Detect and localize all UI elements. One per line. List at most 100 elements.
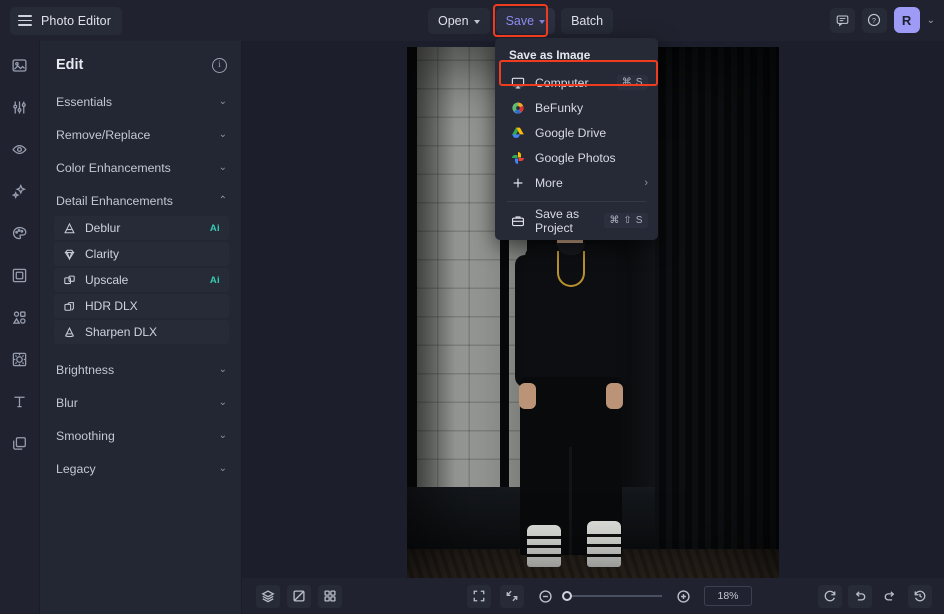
rail-item-artsy[interactable] — [6, 219, 34, 247]
save-dropdown-menu: Save as Image Computer ⌘ S BeFunky Googl… — [495, 38, 658, 240]
sidebar-group-color-enhancements[interactable]: Color Enhancements ⌄ — [40, 155, 241, 180]
sidebar-item-upscale[interactable]: Upscale Ai — [54, 268, 229, 292]
palette-icon — [12, 226, 27, 239]
plus-circle-icon — [676, 589, 690, 603]
menu-item-befunky[interactable]: BeFunky — [495, 95, 658, 120]
rail-item-frames[interactable] — [6, 261, 34, 289]
sidebar-item-label: Deblur — [85, 221, 121, 235]
eye-icon — [12, 144, 27, 154]
sidebar-item-deblur[interactable]: Deblur Ai — [54, 216, 229, 240]
history-button[interactable] — [908, 584, 932, 608]
svg-text:?: ? — [872, 18, 876, 25]
open-button-label: Open — [438, 14, 469, 28]
menu-item-shortcut: ⌘ ⇧ S — [604, 213, 648, 228]
zoom-in-button[interactable] — [671, 585, 695, 608]
zoom-level-input[interactable]: 18% — [704, 586, 752, 606]
texture-icon — [12, 352, 27, 366]
edit-panel: Edit i Essentials ⌄ Remove/Replace ⌄ Col… — [40, 41, 242, 614]
menu-item-label: More — [535, 175, 563, 190]
deblur-icon — [62, 222, 77, 235]
sidebar-item-label: Clarity — [85, 247, 120, 261]
ai-badge: Ai — [209, 222, 220, 234]
briefcase-icon — [509, 214, 526, 228]
save-button[interactable]: Save — [495, 8, 556, 34]
compare-button[interactable] — [287, 584, 311, 608]
rail-item-retouch[interactable] — [6, 135, 34, 163]
chevron-down-icon: ⌄ — [218, 161, 227, 173]
edit-panel-header: Edit i — [40, 41, 241, 87]
avatar[interactable]: R — [893, 7, 920, 33]
sidebar-group-label: Remove/Replace — [56, 127, 151, 142]
hdr-icon — [62, 300, 77, 313]
chevron-down-icon: ⌄ — [218, 95, 227, 107]
reset-icon — [824, 590, 836, 602]
monitor-icon — [509, 76, 526, 90]
menu-item-more[interactable]: More › — [495, 170, 658, 195]
menu-divider — [507, 201, 646, 202]
chevron-down-icon: ⌄ — [218, 396, 227, 408]
rail-item-layers[interactable] — [6, 429, 34, 457]
chevron-down-icon: ⌄ — [218, 462, 227, 474]
zoom-out-button[interactable] — [533, 585, 557, 608]
sidebar-group-label: Color Enhancements — [56, 160, 171, 175]
sidebar-group-smoothing[interactable]: Smoothing ⌄ — [40, 423, 241, 448]
bottom-left-tools — [256, 584, 342, 608]
sidebar-group-legacy[interactable]: Legacy ⌄ — [40, 456, 241, 481]
menu-item-save-as-project[interactable]: Save as Project ⌘ ⇧ S — [495, 207, 658, 235]
menu-item-computer[interactable]: Computer ⌘ S — [495, 70, 658, 95]
sidebar-group-brightness[interactable]: Brightness ⌄ — [40, 357, 241, 382]
sidebar-item-hdr-dlx[interactable]: HDR DLX — [54, 294, 229, 318]
sidebar-group-detail-enhancements[interactable]: Detail Enhancements ⌃ — [40, 188, 241, 213]
rail-item-textures[interactable] — [6, 345, 34, 373]
reset-button[interactable] — [818, 584, 842, 608]
sidebar-item-sharpen-dlx[interactable]: Sharpen DLX — [54, 320, 229, 344]
sidebar-item-clarity[interactable]: Clarity — [54, 242, 229, 266]
open-button[interactable]: Open — [428, 8, 490, 34]
upscale-icon — [62, 274, 77, 287]
menu-item-shortcut: ⌘ S — [616, 75, 648, 90]
save-menu-title: Save as Image — [509, 48, 591, 62]
chevron-down-icon — [473, 19, 480, 24]
menu-item-google-photos[interactable]: Google Photos — [495, 145, 658, 170]
layers-panel-button[interactable] — [256, 584, 280, 608]
menu-item-google-drive[interactable]: Google Drive — [495, 120, 658, 145]
rail-item-graphics[interactable] — [6, 303, 34, 331]
google-drive-icon — [509, 126, 526, 140]
rail-item-image[interactable] — [6, 51, 34, 79]
sidebar-group-essentials[interactable]: Essentials ⌄ — [40, 89, 241, 114]
chevron-down-icon: ⌄ — [218, 363, 227, 375]
hamburger-icon[interactable] — [18, 15, 32, 26]
tool-rail — [0, 41, 40, 614]
sidebar-group-remove-replace[interactable]: Remove/Replace ⌄ — [40, 122, 241, 147]
bottom-view-controls: 18% — [467, 584, 752, 608]
actual-size-button[interactable] — [500, 584, 524, 608]
fit-to-screen-button[interactable] — [467, 584, 491, 608]
feedback-button[interactable] — [829, 7, 855, 33]
menu-item-shortcut — [638, 156, 648, 160]
sidebar-item-label: Sharpen DLX — [85, 325, 158, 339]
undo-button[interactable] — [848, 584, 872, 608]
help-button[interactable]: ? — [861, 7, 887, 33]
menu-item-shortcut — [638, 131, 648, 135]
zoom-slider-track[interactable] — [562, 590, 662, 601]
chevron-down-icon — [539, 19, 546, 24]
grid-view-button[interactable] — [318, 584, 342, 608]
rail-item-edit[interactable] — [6, 93, 34, 121]
shapes-icon — [12, 310, 26, 324]
rail-item-effects[interactable] — [6, 177, 34, 205]
befunky-logo-icon — [509, 101, 526, 115]
batch-button[interactable]: Batch — [561, 8, 614, 34]
account-chevron-down-icon[interactable]: ⌄ — [927, 15, 935, 26]
redo-button[interactable] — [878, 585, 902, 608]
text-icon — [14, 396, 25, 407]
undo-icon — [855, 591, 866, 601]
app-brand[interactable]: Photo Editor — [10, 6, 122, 35]
sidebar-group-label: Legacy — [56, 461, 96, 476]
sidebar-group-blur[interactable]: Blur ⌄ — [40, 390, 241, 415]
plus-icon — [509, 176, 526, 190]
info-icon[interactable]: i — [212, 57, 227, 73]
sliders-icon — [13, 101, 26, 113]
rail-item-text[interactable] — [6, 387, 34, 415]
zoom-slider[interactable] — [562, 590, 662, 601]
zoom-slider-knob[interactable] — [562, 590, 572, 601]
